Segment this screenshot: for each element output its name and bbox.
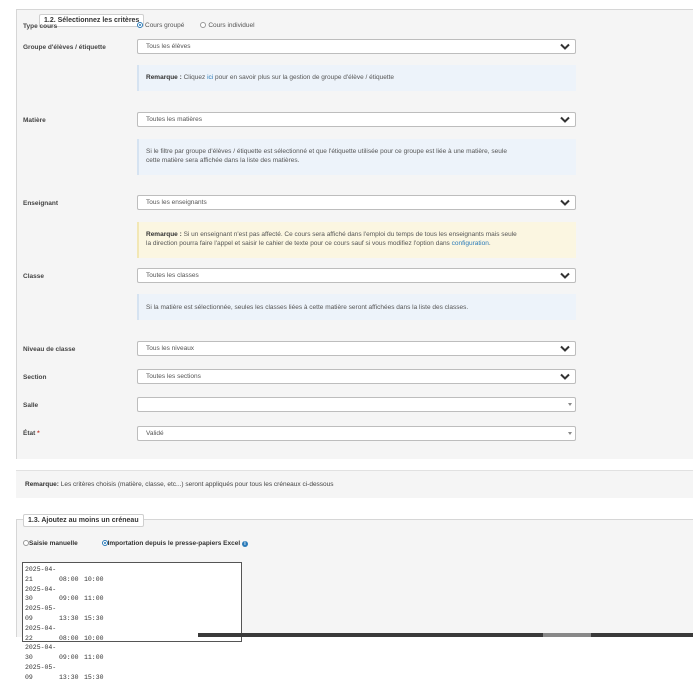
chevron-down-icon: [560, 43, 570, 50]
type-cours-label: Type cours: [23, 23, 58, 30]
required-mark: *: [37, 430, 40, 437]
slots-section-title: 1.3. Ajoutez au moins un créneau: [23, 514, 144, 527]
enseignant-select-value: Tous les enseignants: [146, 199, 207, 206]
criteria-remark-text: Les critères choisis (matière, classe, e…: [58, 481, 334, 488]
radio-import-excel-label[interactable]: Importation depuis le presse-papiers Exc…: [108, 540, 241, 547]
enseignant-select[interactable]: Tous les enseignants: [137, 195, 576, 210]
slot-line: 2025-05-09 13:30 15:30: [25, 604, 239, 624]
classe-note: Si la matière est sélectionnée, seules l…: [137, 294, 576, 320]
matiere-note-line1: Si le filtre par groupe d'élèves / étiqu…: [146, 148, 507, 155]
info-icon[interactable]: i: [241, 541, 248, 547]
slot-start: 09:00: [59, 595, 79, 603]
matiere-select-value: Toutes les matières: [146, 116, 202, 123]
radio-cours-individuel[interactable]: [200, 22, 207, 28]
enseignant-note: Remarque : Si un enseignant n'est pas af…: [137, 222, 576, 258]
enseignant-note-end: .: [488, 240, 491, 247]
chevron-down-icon: [560, 373, 570, 380]
classe-label: Classe: [23, 273, 44, 280]
chevron-down-icon: [560, 272, 570, 279]
niveau-label: Niveau de classe: [23, 346, 76, 353]
groupe-select-value: Tous les élèves: [146, 43, 191, 50]
slot-start: 08:00: [59, 634, 79, 642]
chevron-down-icon: [560, 199, 570, 206]
criteria-remark-prefix: Remarque:: [25, 481, 59, 488]
radio-saisie-manuelle[interactable]: [23, 540, 29, 546]
groupe-label: Groupe d'élèves / étiquette: [23, 44, 106, 51]
salle-select[interactable]: [137, 397, 576, 412]
enseignant-note-prefix: Remarque :: [146, 231, 182, 238]
slot-end: 11:00: [84, 654, 104, 662]
slot-start: 13:30: [59, 673, 79, 681]
groupe-note-prefix: Remarque :: [146, 74, 182, 81]
scrollbar-thumb[interactable]: [543, 633, 591, 637]
chevron-down-icon: [560, 345, 570, 352]
caret-down-icon: [568, 403, 572, 406]
radio-cours-groupe-label[interactable]: Cours groupé: [145, 22, 184, 29]
slot-end: 11:00: [84, 595, 104, 603]
radio-saisie-manuelle-label[interactable]: Saisie manuelle: [29, 540, 78, 547]
chevron-down-icon: [560, 116, 570, 123]
etat-label: État *: [23, 429, 40, 438]
enseignant-note-line2: la direction pourra faire l'appel et sai…: [146, 240, 452, 247]
slot-end: 10:00: [84, 575, 104, 583]
classe-select[interactable]: Toutes les classes: [137, 268, 576, 283]
slot-line: 2025-04-30 09:00 11:00: [25, 643, 239, 663]
matiere-note: Si le filtre par groupe d'élèves / étiqu…: [137, 139, 576, 175]
niveau-select-value: Tous les niveaux: [146, 345, 195, 352]
groupe-note-pre: Cliquez: [181, 74, 208, 81]
etat-select[interactable]: Validé: [137, 426, 576, 441]
slot-end: 10:00: [84, 634, 104, 642]
section-select[interactable]: Toutes les sections: [137, 369, 576, 384]
matiere-label: Matière: [23, 117, 46, 124]
slot-line: 2025-04-30 09:00 11:00: [25, 585, 239, 605]
radio-cours-groupe[interactable]: [137, 22, 143, 28]
configuration-link[interactable]: configuration: [452, 240, 489, 247]
criteria-remark: Remarque: Les critères choisis (matière,…: [16, 470, 693, 498]
classe-select-value: Toutes les classes: [146, 272, 199, 279]
groupe-select[interactable]: Tous les élèves: [137, 39, 576, 54]
enseignant-label: Enseignant: [23, 200, 59, 207]
slot-line: 2025-05-09 13:30 15:30: [25, 663, 239, 683]
slot-date: 2025-05-09: [25, 663, 57, 681]
slot-date: 2025-05-09: [25, 605, 57, 622]
caret-down-icon: [568, 432, 572, 435]
slot-start: 09:00: [59, 654, 79, 662]
matiere-note-line2: cette matière sera affichée dans la list…: [146, 157, 300, 164]
slot-end: 15:30: [84, 673, 104, 681]
salle-label: Salle: [23, 402, 39, 409]
slot-start: 13:30: [59, 614, 79, 622]
radio-cours-individuel-label[interactable]: Cours individuel: [208, 22, 254, 29]
slot-start: 08:00: [59, 575, 79, 583]
slot-date: 2025-04-21: [25, 566, 57, 583]
slot-line: 2025-04-21 08:00 10:00: [25, 565, 239, 585]
clipboard-import-textarea[interactable]: 2025-04-21 08:00 10:00 2025-04-30 09:00 11:0…: [22, 562, 242, 681]
section-select-value: Toutes les sections: [146, 373, 201, 380]
groupe-note: Remarque : Cliquez ici pour en savoir pl…: [137, 65, 576, 91]
entry-mode-radio-group: Saisie manuelle Importation depuis le pr…: [23, 540, 270, 547]
slot-end: 15:30: [84, 614, 104, 622]
slot-date: 2025-04-30: [25, 644, 57, 662]
enseignant-note-line1: Si un enseignant n'est pas affecté. Ce c…: [181, 231, 517, 238]
etat-select-value: Validé: [146, 430, 164, 437]
groupe-note-post: pour en savoir plus sur la gestion de gr…: [213, 74, 395, 81]
slot-date: 2025-04-22: [25, 624, 57, 642]
type-cours-radio-group: Cours groupé Cours individuel: [137, 22, 269, 32]
section-label: Section: [23, 374, 47, 381]
matiere-select[interactable]: Toutes les matières: [137, 112, 576, 127]
radio-import-excel[interactable]: [101, 540, 108, 546]
etat-label-text: État: [23, 430, 36, 437]
niveau-select[interactable]: Tous les niveaux: [137, 341, 576, 356]
slot-date: 2025-04-30: [25, 585, 57, 603]
horizontal-scrollbar[interactable]: [198, 633, 693, 637]
